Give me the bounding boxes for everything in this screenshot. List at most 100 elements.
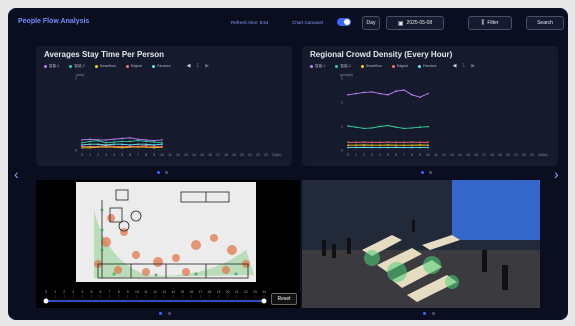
x-axis-unit: (hr) <box>276 153 281 157</box>
x-tick-label: 7 <box>403 153 405 157</box>
data-point <box>153 147 155 149</box>
prev-arrow-icon[interactable]: ‹ <box>14 166 19 182</box>
heatmap-panel: 0 1 2 3 4 5 6 7 8 9 10 11 12 13 14 15 16 17 18 19 20 21 22 23 24 <box>36 180 300 308</box>
x-tick-label: 5 <box>121 153 123 157</box>
data-point <box>363 146 365 149</box>
data-point <box>97 145 99 148</box>
data-point <box>137 138 139 140</box>
data-point <box>363 91 365 94</box>
data-point <box>427 92 429 95</box>
x-tick-label: 6 <box>395 153 397 157</box>
carousel-dot[interactable] <box>429 171 432 174</box>
data-point <box>137 143 139 146</box>
data-point <box>145 139 147 141</box>
data-point <box>137 145 139 148</box>
x-tick-label: 20 <box>240 153 244 157</box>
top-bar: People Flow Analysis Refresh time: 5:54 … <box>8 8 568 36</box>
date-picker[interactable]: ▣ 2025-05-08 <box>386 16 444 30</box>
timeline-tick-label: 7 <box>109 290 111 294</box>
carousel-dot-active[interactable] <box>423 312 426 315</box>
reset-button[interactable]: Reset <box>271 293 297 305</box>
search-label: Search <box>537 20 553 26</box>
x-tick-label: 0 <box>347 153 349 157</box>
refresh-time: Refresh time: 5:54 <box>231 20 269 25</box>
data-point <box>129 144 131 146</box>
carousel-dot[interactable] <box>432 312 435 315</box>
x-tick-label: 11 <box>434 153 438 157</box>
data-point <box>419 141 421 144</box>
carousel-dot[interactable] <box>168 312 171 315</box>
carousel-dot[interactable] <box>165 171 168 174</box>
carousel-dot-active[interactable] <box>421 171 424 174</box>
data-point <box>427 125 429 128</box>
data-point <box>427 141 429 144</box>
timeline-tick-label: 2 <box>63 290 65 294</box>
period-select[interactable]: Day <box>362 16 380 30</box>
data-point <box>363 127 365 130</box>
data-point <box>371 144 373 146</box>
timeline-tick-label: 15 <box>180 290 184 294</box>
x-tick-label: 14 <box>192 153 196 157</box>
x-tick-label: 1 <box>355 153 357 157</box>
data-point <box>347 94 349 96</box>
data-point <box>121 137 123 140</box>
x-tick-label: 21 <box>248 153 252 157</box>
data-point <box>395 126 397 128</box>
x-tick-label: 10 <box>426 153 430 157</box>
data-point <box>403 144 405 146</box>
x-tick-label: 9 <box>153 153 155 157</box>
x-tick-label: 1 <box>89 153 91 157</box>
data-point <box>153 145 155 148</box>
data-point <box>419 144 421 146</box>
data-point <box>379 141 381 144</box>
carousel-dot-active[interactable] <box>159 312 162 315</box>
timeline-tick-label: 11 <box>144 290 148 294</box>
data-point <box>97 143 99 146</box>
chart-carousel-toggle[interactable] <box>337 18 351 26</box>
x-tick-label: 0 <box>81 153 83 157</box>
data-point <box>113 138 115 140</box>
data-point <box>411 127 413 129</box>
x-tick-label: 4 <box>113 153 115 157</box>
x-tick-label: 17 <box>482 153 486 157</box>
x-tick-label: 18 <box>224 153 228 157</box>
data-point <box>387 141 389 143</box>
data-point <box>161 142 163 144</box>
x-tick-label: 12 <box>442 153 446 157</box>
data-point <box>411 146 413 149</box>
timeline-tick-label: 21 <box>235 290 239 294</box>
carousel-dot-active[interactable] <box>157 171 160 174</box>
data-point <box>427 144 429 146</box>
data-point <box>371 127 373 129</box>
data-point <box>113 143 115 146</box>
data-point <box>81 142 83 144</box>
floor-heatmap[interactable]: 0 1 2 3 4 5 6 7 8 9 10 11 12 13 14 15 16 17 18 19 20 21 22 23 24 <box>36 180 300 308</box>
x-tick-label: 24 <box>538 153 542 157</box>
data-point <box>379 92 381 95</box>
x-tick-label: 9 <box>419 153 421 157</box>
next-arrow-icon[interactable]: › <box>554 166 559 182</box>
x-tick-label: 10 <box>160 153 164 157</box>
timeline-tick-label: 3 <box>72 290 74 294</box>
filter-button[interactable]: ⫼ Filter <box>468 16 512 30</box>
search-button[interactable]: Search <box>526 16 564 30</box>
data-point <box>153 144 155 146</box>
stay-time-chart: (min) (hr) 010 1 2 3 4 5 6 7 8 9 10 11 12 13 14 15 16 17 1… <box>75 73 281 157</box>
timeline-ticks: 0 1 2 3 4 5 6 7 8 9 10 11 12 13 14 15 16 17 18 19 20 21 22 23 24 <box>45 290 266 298</box>
timeline-tick-label: 1 <box>54 290 56 294</box>
timeline-end-handle[interactable] <box>261 298 267 304</box>
data-point <box>347 146 349 149</box>
x-axis-unit: (hr) <box>542 153 547 157</box>
camera-feed[interactable] <box>302 180 540 308</box>
x-tick-label: 13 <box>184 153 188 157</box>
data-point <box>355 92 357 95</box>
data-point <box>81 144 83 146</box>
data-point <box>89 145 91 148</box>
timeline-start-handle[interactable] <box>43 298 49 304</box>
camera-view-panel <box>302 180 540 308</box>
data-point <box>419 96 421 98</box>
data-point <box>355 141 357 144</box>
data-point <box>403 89 405 91</box>
data-point <box>81 147 83 149</box>
data-point <box>105 139 107 141</box>
